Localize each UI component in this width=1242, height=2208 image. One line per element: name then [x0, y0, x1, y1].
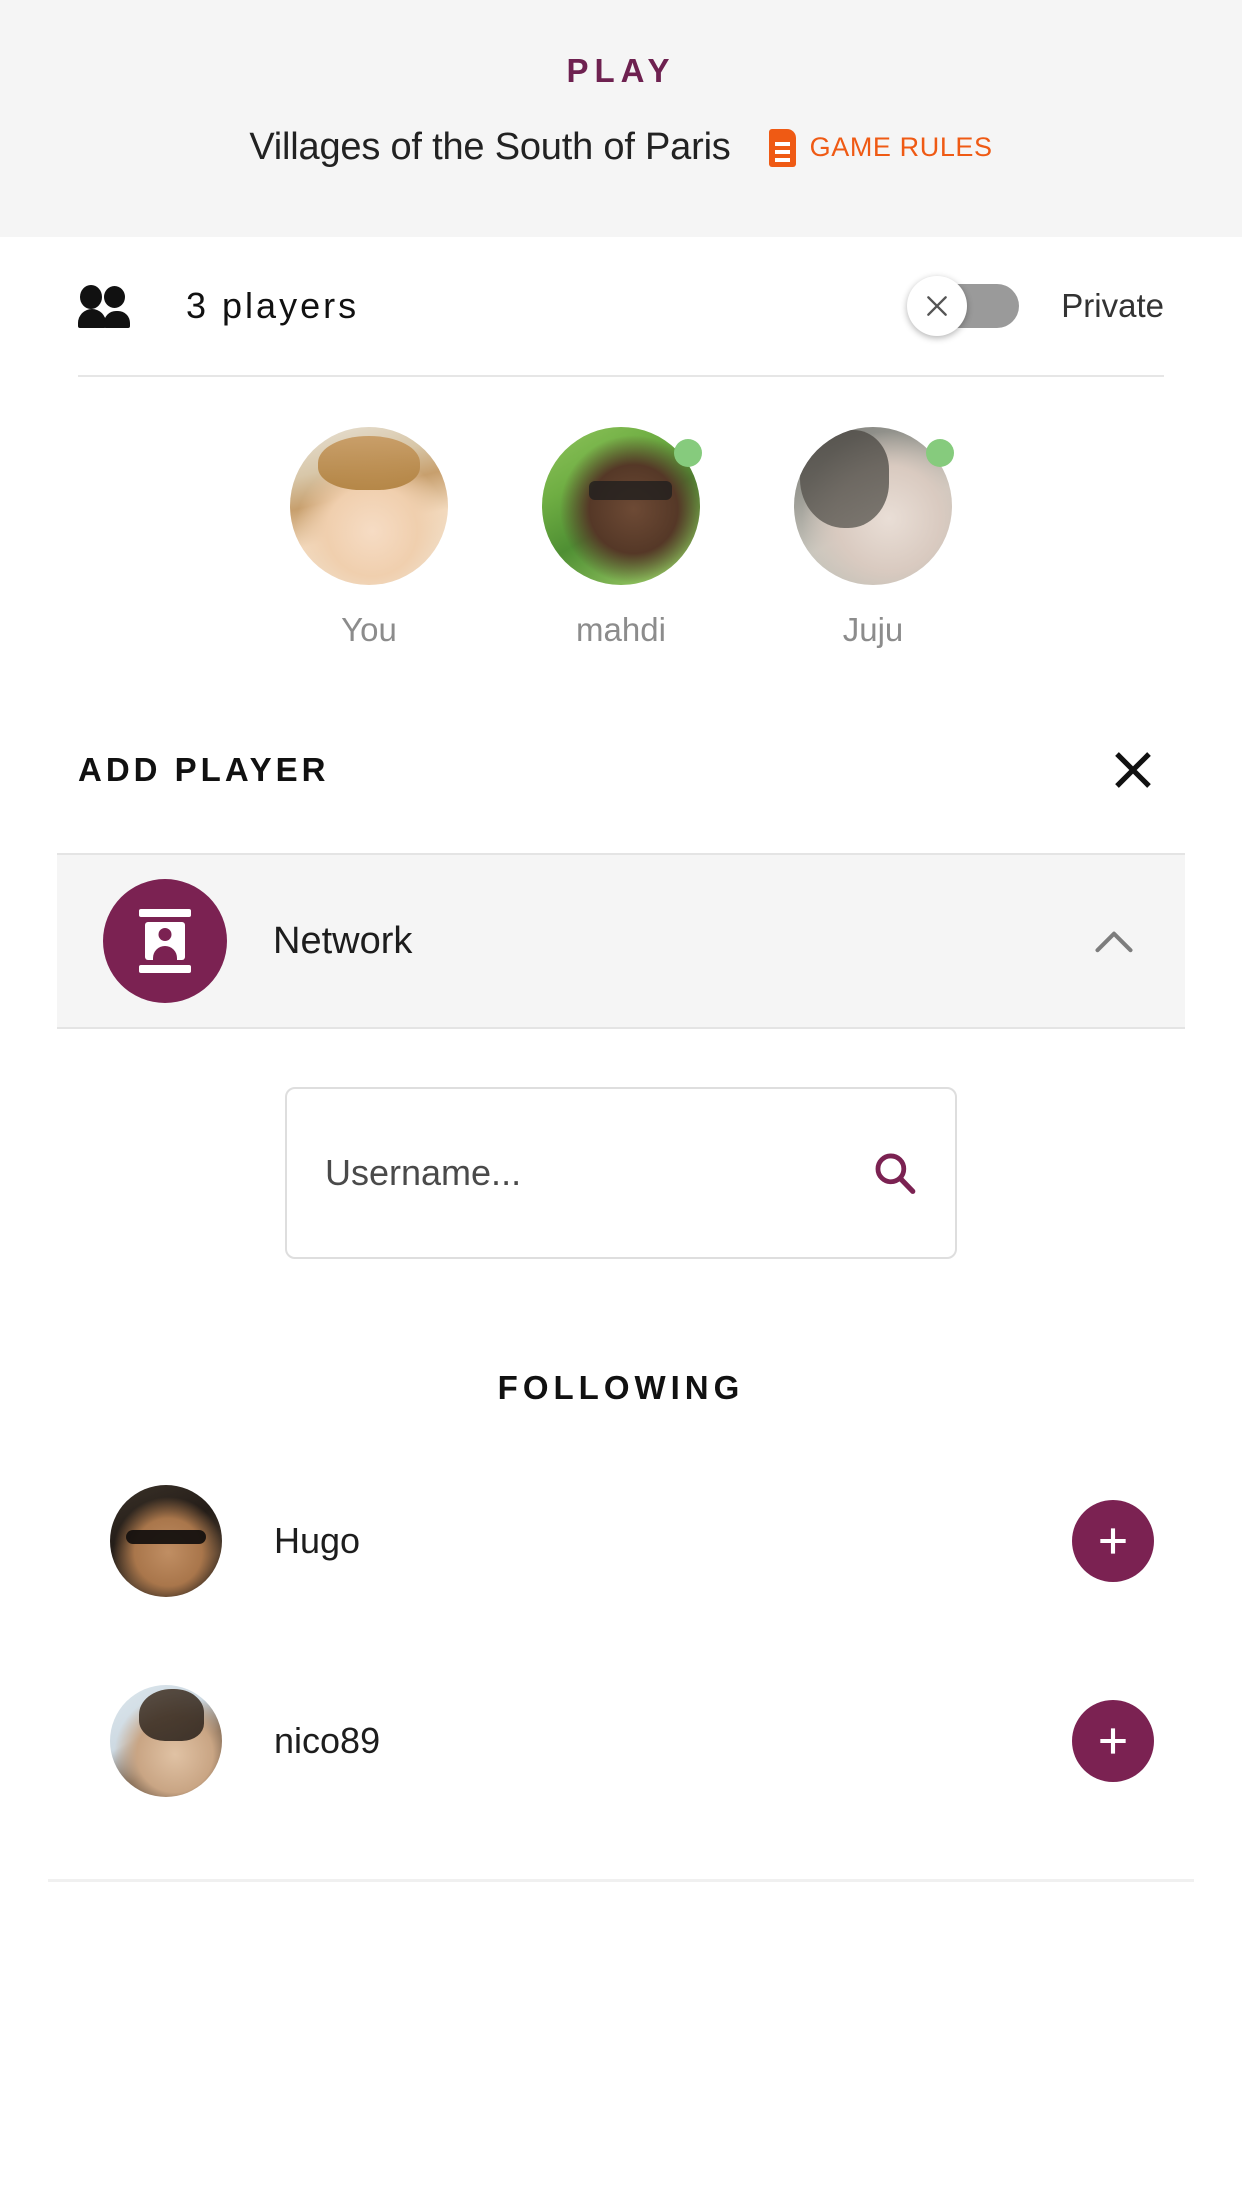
game-name: Villages of the South of Paris — [249, 126, 731, 168]
add-player-title: ADD PLAYER — [78, 751, 330, 788]
document-icon — [768, 128, 796, 167]
network-section: Network — [0, 853, 1242, 1029]
avatar — [110, 1485, 222, 1597]
avatar — [110, 1685, 222, 1797]
online-status-dot — [926, 439, 954, 467]
avatar-wrapper — [284, 427, 454, 585]
search-input[interactable] — [325, 1152, 869, 1194]
player-card[interactable]: You — [284, 427, 454, 649]
plus-icon — [1100, 1528, 1126, 1554]
following-section: FOLLOWING Hugo nico89 — [0, 1259, 1242, 1882]
following-name: nico89 — [274, 1720, 381, 1761]
game-rules-link[interactable]: GAME RULES — [768, 128, 993, 167]
list-item[interactable]: Hugo — [78, 1463, 1164, 1619]
online-status-dot — [674, 439, 702, 467]
close-x-icon — [1115, 752, 1151, 788]
privacy-label: Private — [1061, 287, 1164, 324]
plus-icon — [1100, 1728, 1126, 1754]
close-add-player-button[interactable] — [1102, 739, 1164, 801]
search-box[interactable] — [285, 1087, 957, 1259]
player-card[interactable]: Juju — [788, 427, 958, 649]
privacy-toggle[interactable] — [907, 276, 1020, 336]
page-header: PLAY Villages of the South of Paris GAME… — [0, 0, 1242, 237]
contact-card-icon — [103, 879, 227, 1003]
following-title: FOLLOWING — [497, 1369, 745, 1406]
bottom-divider — [48, 1879, 1194, 1882]
search-icon[interactable] — [869, 1148, 919, 1198]
avatar-wrapper — [536, 427, 706, 585]
player-name: You — [341, 611, 397, 648]
player-name: Juju — [842, 611, 904, 648]
chevron-up-icon[interactable] — [1091, 918, 1137, 964]
add-player-button[interactable] — [1072, 1700, 1154, 1782]
body-area: 3 players Private You mahdi Juju ADD PLA… — [0, 237, 1242, 853]
header-subtitle-row: Villages of the South of Paris GAME RULE… — [249, 126, 992, 169]
network-accordion-row[interactable]: Network — [57, 853, 1185, 1029]
game-rules-label: GAME RULES — [809, 132, 993, 162]
following-name: Hugo — [274, 1520, 361, 1561]
search-section — [0, 1029, 1242, 1259]
players-avatars-row: You mahdi Juju — [78, 377, 1164, 669]
avatar-wrapper — [788, 427, 958, 585]
avatar — [290, 427, 448, 585]
list-item[interactable]: nico89 — [78, 1663, 1164, 1819]
toggle-knob — [907, 276, 968, 336]
close-x-icon — [927, 296, 948, 316]
group-people-icon — [78, 285, 134, 328]
privacy-group: Private — [907, 276, 1164, 336]
page-title: PLAY — [566, 52, 676, 89]
network-label: Network — [273, 919, 413, 962]
player-card[interactable]: mahdi — [536, 427, 706, 649]
add-player-button[interactable] — [1072, 1500, 1154, 1582]
players-count-label: 3 players — [186, 285, 360, 326]
player-name: mahdi — [576, 611, 666, 648]
players-bar: 3 players Private — [78, 237, 1164, 377]
play-screen: PLAY Villages of the South of Paris GAME… — [0, 0, 1242, 2208]
add-player-header: ADD PLAYER — [78, 669, 1164, 853]
chevron-up-glyph — [1095, 931, 1133, 953]
